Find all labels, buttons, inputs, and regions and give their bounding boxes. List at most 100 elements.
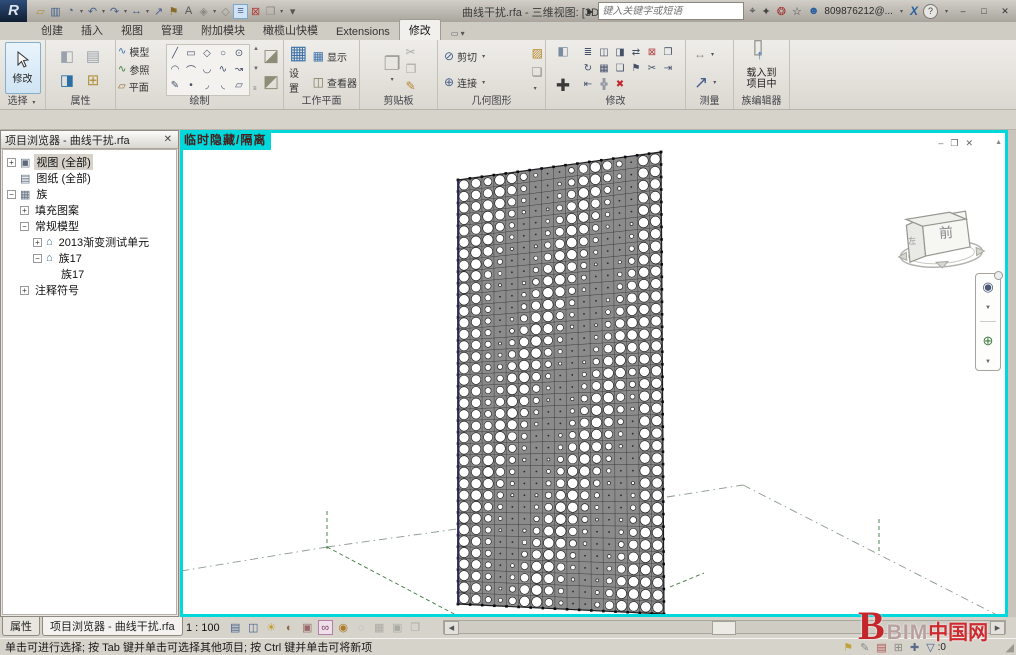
modify-align-icon[interactable]: ≣ xyxy=(580,44,596,60)
titlebar-favorites-icon[interactable]: ☆ xyxy=(792,5,802,18)
view-scale-button[interactable]: 1 : 100 xyxy=(186,622,220,634)
qat-aligned-dimension-icon[interactable]: ↔ xyxy=(129,4,144,19)
view-minimize-button[interactable]: ‒ xyxy=(938,138,943,149)
tab-视图[interactable]: 视图 xyxy=(112,20,152,40)
reference-plane-line[interactable] xyxy=(327,547,458,614)
workplane-show-button[interactable]: ▦显示 xyxy=(313,49,357,64)
tab-修改[interactable]: 修改 xyxy=(399,19,441,40)
expander-icon[interactable]: − xyxy=(20,222,29,231)
qat-undo-dropdown[interactable]: ▾ xyxy=(102,8,105,15)
status-editable-only-icon[interactable]: ⚑ xyxy=(843,641,853,654)
tree-item[interactable]: −⌂族17 xyxy=(3,250,176,266)
tree-item[interactable]: −▦族 xyxy=(3,186,176,202)
tab-附加模块[interactable]: 附加模块 xyxy=(192,20,254,40)
modify-offset-icon[interactable]: ⇄ xyxy=(628,44,644,60)
draw-pick-3d-face-icon[interactable]: ◪ xyxy=(263,46,279,66)
modify-copy-icon[interactable]: ❐ xyxy=(660,44,676,60)
viewbar-sun-path-icon[interactable]: ☀ xyxy=(264,620,279,635)
properties-family-category-icon[interactable]: ▤ xyxy=(80,44,106,68)
modify-scale-icon[interactable]: ❏ xyxy=(612,60,628,76)
qat-redo-icon[interactable]: ↷ xyxy=(107,4,122,19)
viewbar-crop-view-icon[interactable]: ▣ xyxy=(300,620,315,635)
view-restore-button[interactable]: ❐ xyxy=(950,138,958,149)
exchange-apps-icon[interactable]: X xyxy=(910,4,918,18)
tree-item[interactable]: −常规模型 xyxy=(3,218,176,234)
project-browser-titlebar[interactable]: 项目浏览器 - 曲线干扰.rfa ✕ xyxy=(1,131,178,149)
qat-tag-icon[interactable]: ⚑ xyxy=(166,4,181,19)
workplane-viewer-button[interactable]: ◫查看器 xyxy=(313,75,357,90)
viewbar-visual-style-icon[interactable]: ◫ xyxy=(246,620,261,635)
dimension-button[interactable]: ↔▾ xyxy=(694,47,731,61)
qat-thin-lines-icon[interactable]: ≡ xyxy=(233,4,248,19)
expander-icon[interactable]: + xyxy=(20,206,29,215)
modify-cope-icon[interactable]: ⊠ xyxy=(644,44,660,60)
draw-pick-lines-icon[interactable]: ✎ xyxy=(167,77,183,93)
scroll-right-icon[interactable]: ▶ xyxy=(990,621,1005,635)
modify-pin-icon[interactable]: ⚑ xyxy=(628,60,644,76)
reference-plane-line[interactable] xyxy=(743,485,999,614)
expander-icon[interactable]: + xyxy=(7,158,16,167)
clipboard-copy-icon[interactable]: ❐ xyxy=(406,62,417,76)
draw-mode-model[interactable]: ∿模型 xyxy=(118,44,164,59)
qat-sync-icon[interactable]: ◔ xyxy=(63,4,78,19)
qat-section-icon[interactable]: ◇ xyxy=(218,4,233,19)
qat-open-icon[interactable]: ▱ xyxy=(33,4,48,19)
join-geometry-button[interactable]: ⊕连接▾ xyxy=(444,75,530,90)
resize-grip[interactable]: ◢ xyxy=(1006,641,1014,654)
workplane-set-button[interactable]: ▦ 设置 xyxy=(286,42,311,96)
expander-icon[interactable]: − xyxy=(7,190,16,199)
modify-button[interactable]: 修改 xyxy=(5,42,41,94)
tree-item[interactable]: 族17 xyxy=(3,266,176,282)
qat-switch-windows-icon[interactable]: ❐ xyxy=(263,4,278,19)
reference-plane-line[interactable] xyxy=(667,485,743,497)
help-button[interactable]: ? xyxy=(923,4,938,19)
view-close-button[interactable]: ✕ xyxy=(965,138,973,149)
move-icon[interactable]: ✚ xyxy=(556,77,570,94)
titlebar-search-icon[interactable]: ⌖ xyxy=(749,5,755,18)
paste-button[interactable]: ❐ ▾ xyxy=(381,42,404,96)
temporary-hide-isolate-badge[interactable]: 临时隐藏/隔离 xyxy=(180,130,271,150)
modify-window-icon[interactable]: ◧ xyxy=(557,44,568,58)
tab-管理[interactable]: 管理 xyxy=(152,20,192,40)
draw-mode-reference[interactable]: ∿参照 xyxy=(118,62,164,77)
close-button[interactable]: ✕ xyxy=(997,4,1013,18)
titlebar-communication-center-icon[interactable]: ❂ xyxy=(777,5,786,18)
viewbar-view-properties-icon[interactable]: ❐ xyxy=(408,620,423,635)
steering-wheel-icon[interactable]: ◉ xyxy=(982,279,993,295)
draw-tangent-arc-icon[interactable]: ◡ xyxy=(199,61,215,77)
qat-customize-qat-icon[interactable]: ▾ xyxy=(285,4,300,19)
draw-polygon-icon[interactable]: ◇ xyxy=(199,45,215,61)
scroll-up-icon[interactable]: ▲ xyxy=(995,139,1002,146)
draw-circle-icon[interactable]: ○ xyxy=(215,45,231,61)
tab-橄榄山快模[interactable]: 橄榄山快模 xyxy=(254,20,327,40)
qat-close-hidden-windows-icon[interactable]: ⊠ xyxy=(248,4,263,19)
modify-trim-extend-single-icon[interactable]: ⇤ xyxy=(580,76,596,92)
modify-mirror-pick-axis-icon[interactable]: ◫ xyxy=(596,44,612,60)
minimize-button[interactable]: ‒ xyxy=(955,4,971,18)
zoom-icon[interactable]: ⊕ xyxy=(983,333,994,349)
ribbon-display-toggle[interactable]: ▭ ▾ xyxy=(447,27,469,40)
tree-item[interactable]: +填充图案 xyxy=(3,202,176,218)
qat-default-3d-view-dropdown[interactable]: ▾ xyxy=(213,8,216,15)
draw-pick-face-icon[interactable]: ▱ xyxy=(231,77,247,93)
scroll-left-icon[interactable]: ◀ xyxy=(444,621,459,635)
panel-label-select[interactable]: 选择 ▾ xyxy=(0,96,45,109)
scrollbar-thumb[interactable] xyxy=(712,621,736,635)
titlebar-sign-in-avatar-icon[interactable]: ☻ xyxy=(808,5,820,17)
draw-pick-3d-plane-icon[interactable]: ◩ xyxy=(263,72,279,92)
expander-icon[interactable]: − xyxy=(33,254,42,263)
clipboard-cut-icon[interactable]: ✂ xyxy=(406,45,417,59)
qat-text-icon[interactable]: A xyxy=(181,4,196,19)
qat-switch-windows-dropdown[interactable]: ▾ xyxy=(280,8,283,15)
drawing-area[interactable]: 临时隐藏/隔离 ‒ ❐ ✕ ▲ 前 左 ◉ ▼ ⊕ ▼ xyxy=(180,130,1008,617)
model-scene[interactable] xyxy=(183,133,1005,614)
viewbar-detail-level-icon[interactable]: ▤ xyxy=(228,620,243,635)
navbar-handle[interactable] xyxy=(994,271,1003,280)
viewbar-unlocked-3d-view-icon[interactable]: ◌ xyxy=(354,620,369,635)
draw-partial-ellipse-icon[interactable]: ◞ xyxy=(199,77,215,93)
viewcube[interactable]: 前 左 xyxy=(893,183,993,274)
viewbar-worksharing-display-icon[interactable]: ▦ xyxy=(372,620,387,635)
tab-Extensions[interactable]: Extensions xyxy=(327,24,399,40)
properties-type-properties-icon[interactable]: ◨ xyxy=(54,68,80,92)
clipboard-match-type-icon[interactable]: ✎ xyxy=(406,79,417,93)
